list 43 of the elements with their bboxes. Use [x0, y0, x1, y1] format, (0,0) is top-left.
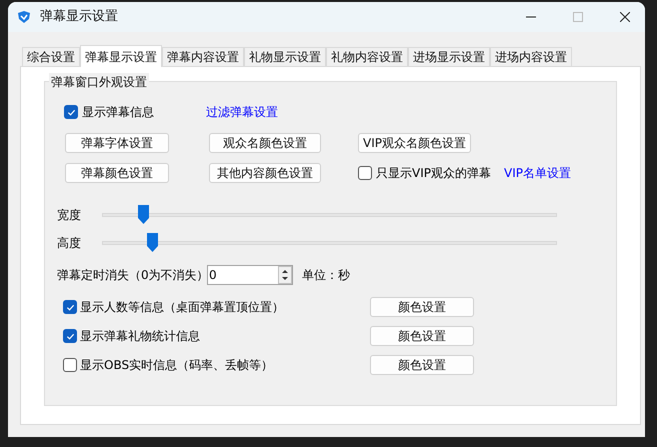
settings-button[interactable]: 颜色设置 — [370, 326, 474, 346]
spin-field[interactable]: 0 — [207, 265, 293, 285]
unit-label: 单位：秒 — [302, 267, 350, 284]
timeout-label: 弹幕定时消失（0为不消失） — [57, 267, 207, 284]
checkbox[interactable] — [64, 105, 78, 119]
slider-thumb[interactable] — [147, 233, 158, 252]
slider[interactable] — [102, 205, 557, 225]
tab[interactable]: 进场内容设置 — [490, 47, 572, 66]
slider-label: 高度 — [57, 235, 82, 252]
slider-label: 宽度 — [57, 207, 82, 224]
tab[interactable]: 弹幕显示设置 — [80, 45, 162, 67]
window-title: 弹幕显示设置 — [40, 8, 118, 26]
checkmark-icon — [66, 332, 74, 340]
checkbox-label: 显示人数等信息（桌面弹幕置顶位置） — [80, 299, 285, 316]
tab[interactable]: 进场显示设置 — [408, 47, 490, 66]
close-icon[interactable] — [620, 12, 630, 22]
tab[interactable]: 礼物显示设置 — [244, 47, 326, 66]
settings-button[interactable]: 颜色设置 — [370, 355, 474, 375]
checkbox[interactable] — [358, 166, 372, 180]
settings-button[interactable]: VIP观众名颜色设置 — [358, 133, 471, 153]
checkbox-label: 只显示VIP观众的弹幕 — [376, 165, 492, 182]
checkbox-label: 显示弹幕信息 — [82, 104, 155, 121]
checkbox[interactable] — [63, 358, 77, 372]
checkbox-label: 显示OBS实时信息（码率、丢帧等） — [80, 357, 274, 374]
checkbox-label: 显示弹幕礼物统计信息 — [80, 328, 201, 345]
app-logo-icon — [17, 10, 31, 24]
checkmark-icon — [66, 108, 76, 116]
tab[interactable]: 综合设置 — [22, 47, 80, 66]
settings-button[interactable]: 其他内容颜色设置 — [209, 163, 321, 183]
slider[interactable] — [102, 233, 557, 253]
settings-button[interactable]: 颜色设置 — [370, 297, 474, 317]
settings-button[interactable]: 弹幕颜色设置 — [65, 163, 169, 183]
spin-arrows-icon[interactable] — [278, 266, 292, 284]
checkbox[interactable] — [63, 329, 77, 343]
tab[interactable]: 礼物内容设置 — [326, 47, 408, 66]
tab[interactable]: 弹幕内容设置 — [162, 47, 244, 66]
vip-list-link[interactable]: VIP名单设置 — [504, 164, 571, 182]
settings-button[interactable]: 观众名颜色设置 — [209, 133, 321, 153]
slider-thumb[interactable] — [138, 205, 149, 224]
checkbox[interactable] — [63, 300, 77, 314]
checkmark-icon — [66, 302, 74, 312]
filter-link[interactable]: 过滤弹幕设置 — [206, 103, 278, 121]
settings-button[interactable]: 弹幕字体设置 — [65, 133, 169, 153]
